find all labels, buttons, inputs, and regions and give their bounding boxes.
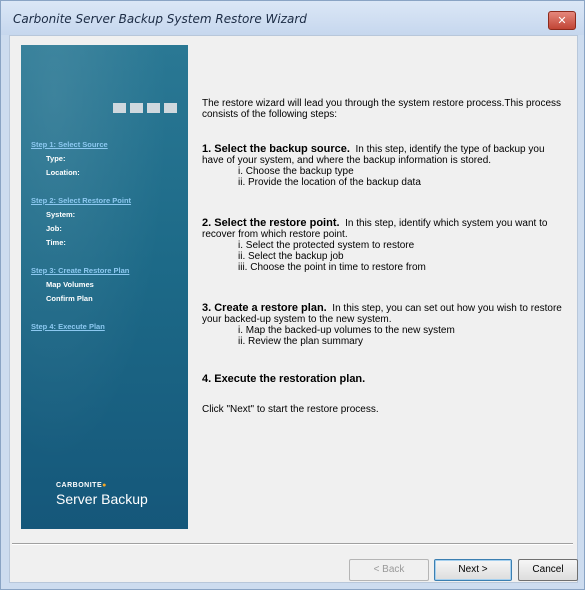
wizard-content: The restore wizard will lead you through… bbox=[202, 98, 562, 415]
section-restore-plan: 3. Create a restore plan. In this step, … bbox=[202, 302, 562, 348]
sidebar-subitem-job: Job: bbox=[46, 224, 62, 233]
progress-square bbox=[164, 103, 177, 113]
wizard-window: Carbonite Server Backup System Restore W… bbox=[0, 0, 585, 590]
section-restore-point: 2. Select the restore point. In this ste… bbox=[202, 217, 562, 274]
footer-divider bbox=[12, 543, 573, 545]
back-button[interactable]: < Back bbox=[349, 559, 429, 581]
window-title: Carbonite Server Backup System Restore W… bbox=[13, 12, 307, 26]
sidebar-subitem-location: Location: bbox=[46, 168, 80, 177]
list-item: i. Choose the backup type bbox=[238, 166, 354, 177]
sidebar-subitem-system: System: bbox=[46, 210, 76, 219]
section-heading: 1. Select the backup source. bbox=[202, 143, 350, 155]
progress-square bbox=[130, 103, 143, 113]
close-button[interactable]: ✕ bbox=[548, 11, 576, 30]
list-item: ii. Review the plan summary bbox=[238, 336, 364, 347]
sidebar-step-select-restore-point[interactable]: Step 2: Select Restore Point bbox=[31, 194, 181, 208]
section-heading: 2. Select the restore point. bbox=[202, 217, 340, 229]
sidebar-step-execute-plan[interactable]: Step 4: Execute Plan bbox=[31, 320, 181, 334]
brand-wordmark: CARBONITE● bbox=[56, 482, 107, 489]
steps-sidebar: Step 1: Select Source Type: Location: St… bbox=[21, 45, 188, 529]
list-item: i. Map the backed-up volumes to the new … bbox=[238, 325, 455, 336]
carbonite-logo: CARBONITE● Server Backup bbox=[56, 482, 148, 507]
progress-squares-icon bbox=[113, 103, 181, 116]
list-item: ii. Select the backup job bbox=[238, 251, 344, 262]
section-execute-plan: 4. Execute the restoration plan. bbox=[202, 374, 562, 385]
cancel-button[interactable]: Cancel bbox=[518, 559, 578, 581]
wizard-body: Step 1: Select Source Type: Location: St… bbox=[9, 35, 578, 583]
section-backup-source: 1. Select the backup source. In this ste… bbox=[202, 143, 562, 189]
brand-product-name: Server Backup bbox=[56, 491, 148, 507]
section-heading: 3. Create a restore plan. bbox=[202, 302, 327, 314]
sidebar-step-create-restore-plan[interactable]: Step 3: Create Restore Plan bbox=[31, 264, 181, 278]
closing-text: Click "Next" to start the restore proces… bbox=[202, 404, 379, 415]
sidebar-subitem-time: Time: bbox=[46, 238, 66, 247]
progress-square bbox=[147, 103, 160, 113]
sidebar-step-select-source[interactable]: Step 1: Select Source bbox=[31, 138, 181, 152]
close-icon: ✕ bbox=[557, 14, 567, 27]
list-item: iii. Choose the point in time to restore… bbox=[238, 262, 426, 273]
sidebar-subitem-type: Type: bbox=[46, 154, 66, 163]
intro-text: The restore wizard will lead you through… bbox=[202, 98, 562, 120]
sidebar-subitem-confirm-plan: Confirm Plan bbox=[46, 294, 93, 303]
sidebar-subitem-map-volumes: Map Volumes bbox=[46, 280, 94, 289]
next-button[interactable]: Next > bbox=[434, 559, 512, 581]
list-item: i. Select the protected system to restor… bbox=[238, 240, 415, 251]
section-heading: 4. Execute the restoration plan. bbox=[202, 373, 366, 385]
title-bar[interactable]: Carbonite Server Backup System Restore W… bbox=[1, 1, 584, 35]
brand-dot-icon: ● bbox=[102, 482, 107, 489]
steps-list: Step 1: Select Source Type: Location: St… bbox=[31, 138, 181, 334]
list-item: ii. Provide the location of the backup d… bbox=[238, 177, 421, 188]
progress-square bbox=[113, 103, 126, 113]
